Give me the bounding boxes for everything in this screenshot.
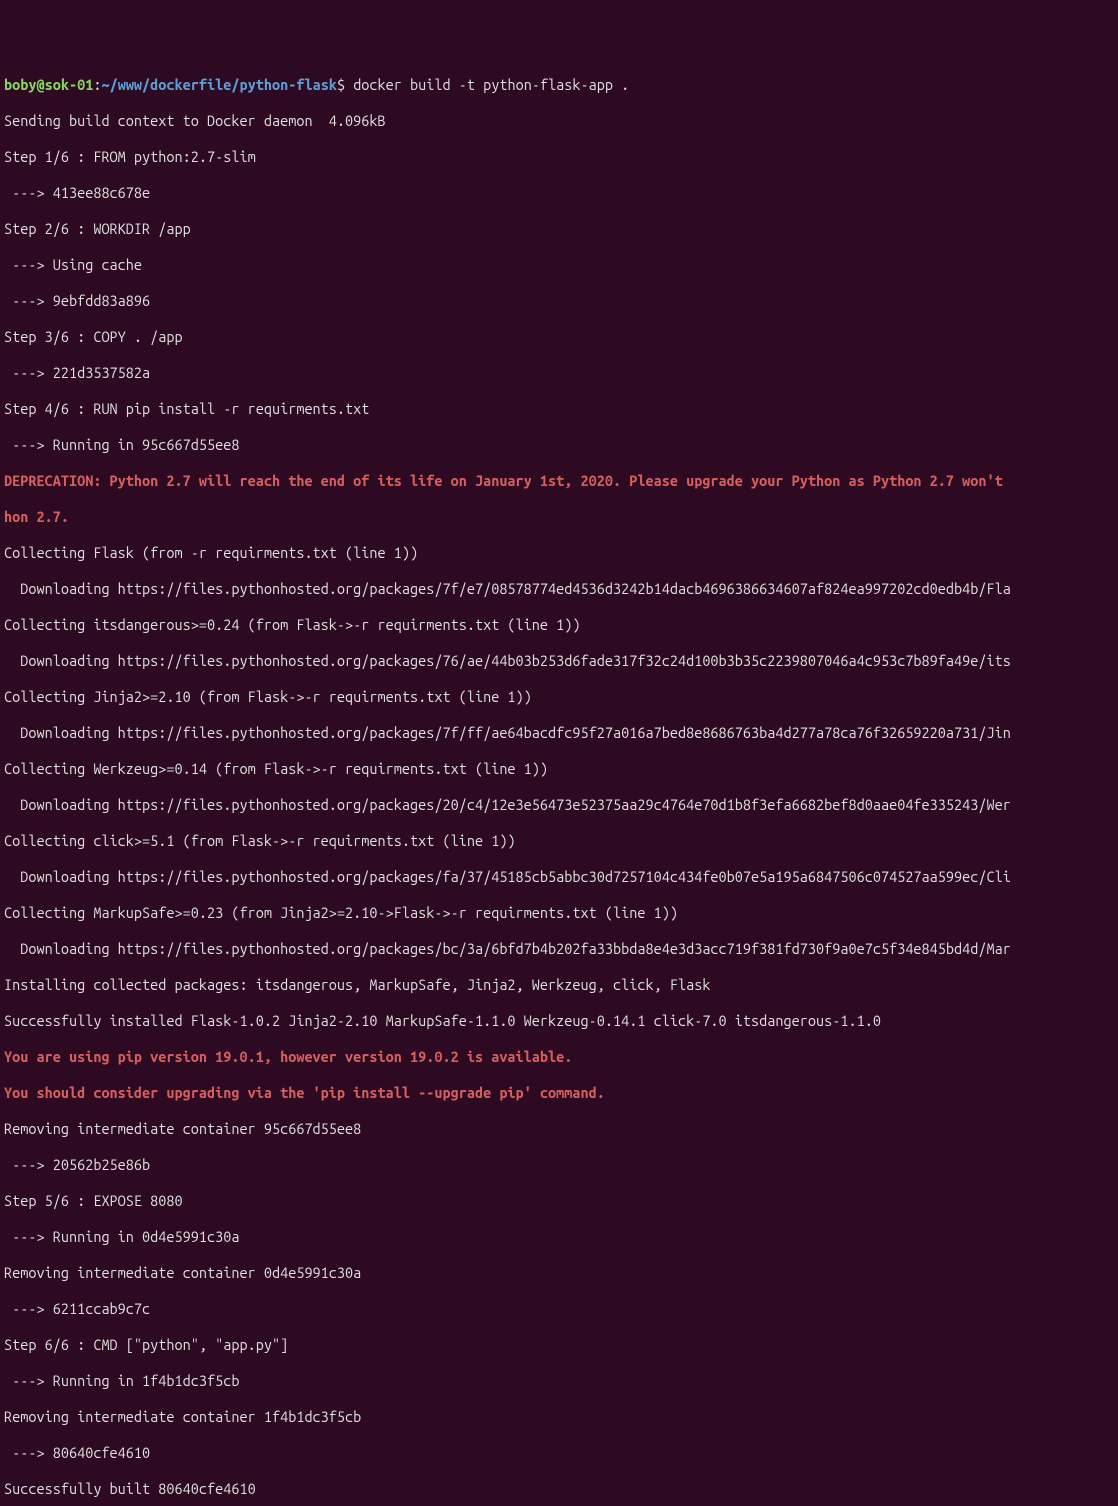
terminal-line: ---> 413ee88c678e [4,184,1114,202]
terminal-line: Successfully installed Flask-1.0.2 Jinja… [4,1012,1114,1030]
terminal-line: ---> 80640cfe4610 [4,1444,1114,1462]
terminal-line: Collecting Flask (from -r requirments.tx… [4,544,1114,562]
terminal-line: Downloading https://files.pythonhosted.o… [4,652,1114,670]
terminal-line: Downloading https://files.pythonhosted.o… [4,796,1114,814]
terminal-line: Downloading https://files.pythonhosted.o… [4,868,1114,886]
terminal-line: Step 2/6 : WORKDIR /app [4,220,1114,238]
terminal-line: ---> Running in 1f4b1dc3f5cb [4,1372,1114,1390]
terminal-line: ---> Using cache [4,256,1114,274]
pip-warning: You should consider upgrading via the 'p… [4,1084,1114,1102]
terminal-line: Collecting Werkzeug>=0.14 (from Flask->-… [4,760,1114,778]
terminal-line: Downloading https://files.pythonhosted.o… [4,940,1114,958]
terminal-line: Sending build context to Docker daemon 4… [4,112,1114,130]
terminal-line: Downloading https://files.pythonhosted.o… [4,580,1114,598]
terminal-line: Step 3/6 : COPY . /app [4,328,1114,346]
terminal-line: Downloading https://files.pythonhosted.o… [4,724,1114,742]
terminal-line: ---> 20562b25e86b [4,1156,1114,1174]
terminal-line: Collecting click>=5.1 (from Flask->-r re… [4,832,1114,850]
prompt-path: ~/www/dockerfile/python-flask [101,76,336,93]
terminal-line-prompt[interactable]: boby@sok-01:~/www/dockerfile/python-flas… [4,76,1114,94]
terminal-line: Collecting Jinja2>=2.10 (from Flask->-r … [4,688,1114,706]
terminal-line: Removing intermediate container 95c667d5… [4,1120,1114,1138]
pip-warning: You are using pip version 19.0.1, howeve… [4,1048,1114,1066]
terminal-line: ---> Running in 0d4e5991c30a [4,1228,1114,1246]
terminal-line: Removing intermediate container 1f4b1dc3… [4,1408,1114,1426]
deprecation-warning: hon 2.7. [4,508,1114,526]
prompt-dollar: $ [337,76,353,93]
command-text: docker build -t python-flask-app . [353,76,629,93]
terminal-line: Removing intermediate container 0d4e5991… [4,1264,1114,1282]
terminal-line: Step 4/6 : RUN pip install -r requirment… [4,400,1114,418]
prompt-user: boby@sok-01 [4,76,93,93]
terminal-line: Successfully built 80640cfe4610 [4,1480,1114,1498]
terminal-line: Step 6/6 : CMD ["python", "app.py"] [4,1336,1114,1354]
terminal-line: Collecting MarkupSafe>=0.23 (from Jinja2… [4,904,1114,922]
terminal-line: Step 1/6 : FROM python:2.7-slim [4,148,1114,166]
terminal-line: ---> 221d3537582a [4,364,1114,382]
deprecation-warning: DEPRECATION: Python 2.7 will reach the e… [4,472,1114,490]
terminal-line: Installing collected packages: itsdanger… [4,976,1114,994]
terminal-line: ---> 9ebfdd83a896 [4,292,1114,310]
terminal-line: ---> 6211ccab9c7c [4,1300,1114,1318]
terminal-line: Step 5/6 : EXPOSE 8080 [4,1192,1114,1210]
terminal-line: Collecting itsdangerous>=0.24 (from Flas… [4,616,1114,634]
terminal-line: ---> Running in 95c667d55ee8 [4,436,1114,454]
